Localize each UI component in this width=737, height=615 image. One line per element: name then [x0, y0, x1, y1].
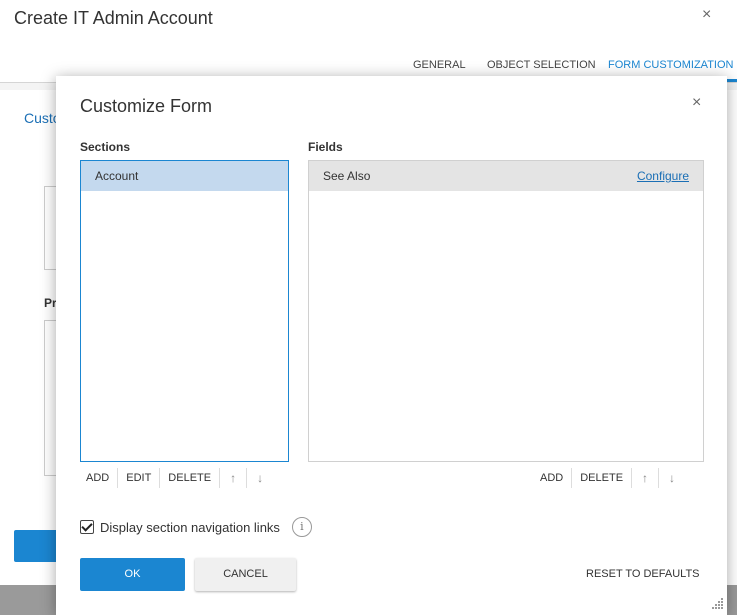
nav-links-option: Display section navigation links i: [80, 516, 312, 538]
reset-to-defaults-button[interactable]: RESET TO DEFAULTS: [586, 568, 700, 580]
delete-field-button[interactable]: DELETE: [572, 468, 633, 488]
nav-links-checkbox[interactable]: [80, 520, 94, 534]
window-close-icon[interactable]: ×: [702, 6, 711, 24]
field-label: See Also: [323, 169, 371, 183]
fields-list[interactable]: See Also Configure: [308, 160, 704, 462]
fields-toolbar: ADD DELETE ↑ ↓: [534, 468, 685, 488]
info-icon[interactable]: i: [291, 517, 312, 537]
resize-grip-icon[interactable]: [712, 598, 724, 610]
ok-button[interactable]: OK: [80, 558, 185, 591]
table-row[interactable]: See Also Configure: [309, 161, 703, 191]
move-down-icon[interactable]: ↓: [247, 468, 273, 488]
move-down-icon[interactable]: ↓: [659, 468, 685, 488]
list-item[interactable]: Account: [81, 161, 288, 191]
configure-link[interactable]: Configure: [637, 161, 689, 191]
sections-toolbar: ADD EDIT DELETE ↑ ↓: [80, 468, 273, 488]
customize-form-dialog: Customize Form × Sections Fields Account…: [56, 76, 727, 615]
window-title: Create IT Admin Account: [14, 8, 213, 28]
move-up-icon[interactable]: ↑: [632, 468, 660, 488]
tab-form-customization[interactable]: FORM CUSTOMIZATION: [608, 59, 733, 71]
delete-section-button[interactable]: DELETE: [160, 468, 221, 488]
edit-section-button[interactable]: EDIT: [118, 468, 161, 488]
dialog-title: Customize Form: [80, 96, 213, 116]
fields-heading: Fields: [308, 140, 343, 154]
sections-heading: Sections: [80, 140, 131, 154]
cancel-button[interactable]: CANCEL: [195, 558, 296, 591]
sections-list[interactable]: Account: [80, 160, 289, 462]
tab-general[interactable]: GENERAL: [413, 59, 466, 71]
add-section-button[interactable]: ADD: [80, 468, 119, 488]
background-section-title: Customize: [24, 110, 58, 126]
move-up-icon[interactable]: ↑: [220, 468, 248, 488]
dialog-close-icon[interactable]: ×: [692, 94, 701, 112]
add-field-button[interactable]: ADD: [534, 468, 573, 488]
nav-links-label: Display section navigation links: [100, 519, 280, 535]
tab-object-selection[interactable]: OBJECT SELECTION: [487, 59, 596, 71]
